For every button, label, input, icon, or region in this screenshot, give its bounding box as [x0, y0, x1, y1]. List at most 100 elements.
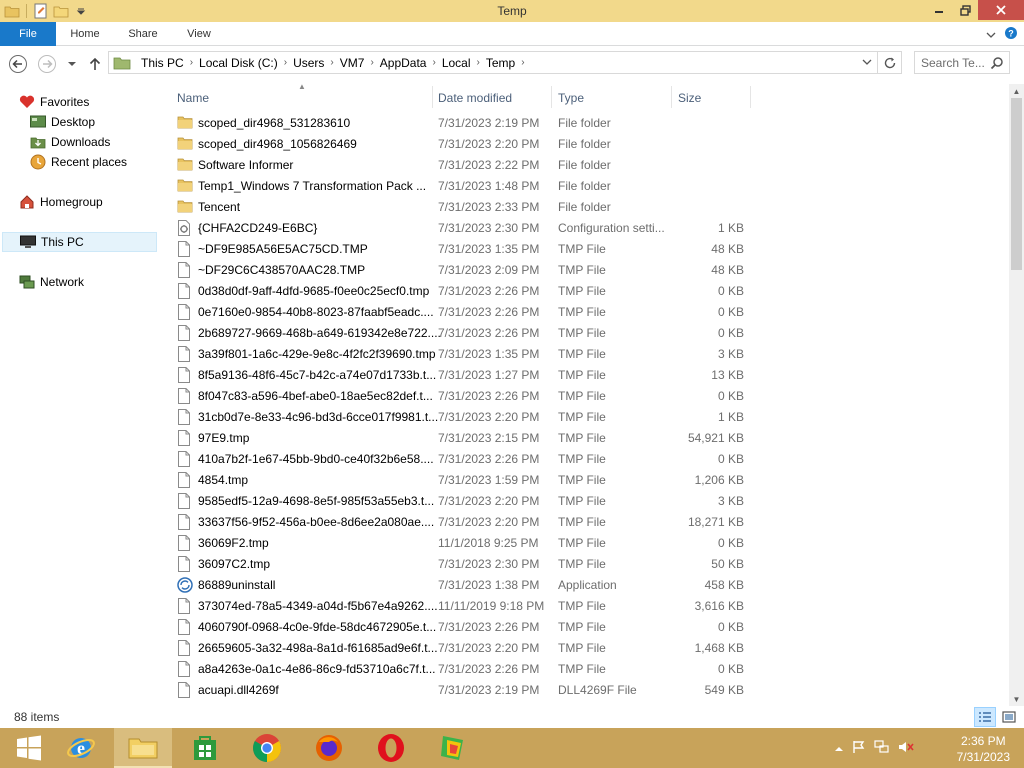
breadcrumb-temp[interactable]: Temp [482, 56, 519, 70]
column-header-size[interactable]: Size [678, 86, 744, 110]
file-row[interactable]: 4060790f-0968-4c0e-9fde-58dc4672905e.t..… [165, 617, 1010, 638]
scroll-down-icon[interactable]: ▼ [1009, 692, 1024, 706]
forward-arrow-icon [38, 55, 56, 73]
restore-button[interactable] [952, 0, 978, 20]
file-row[interactable]: acuapi.dll4269f 7/31/2023 2:19 PM DLL4269F… [165, 680, 1010, 701]
file-row[interactable]: 410a7b2f-1e67-45bb-9bd0-ce40f32b6e58....… [165, 449, 1010, 470]
breadcrumb-separator-icon[interactable]: › [188, 57, 195, 68]
network-status-icon[interactable] [874, 740, 890, 757]
store-icon [194, 736, 216, 760]
taskbar-firefox[interactable] [300, 728, 358, 768]
help-icon[interactable]: ? [1004, 26, 1018, 43]
address-bar[interactable]: This PC › Local Disk (C:) › Users › VM7 … [108, 51, 878, 74]
sidebar-item-this-pc[interactable]: This PC [2, 232, 157, 252]
refresh-button[interactable] [878, 51, 902, 74]
file-row[interactable]: 33637f56-9f52-456a-b0ee-8d6ee2a080ae....… [165, 512, 1010, 533]
scrollbar-thumb[interactable] [1011, 98, 1022, 270]
title-bar: Temp [0, 0, 1024, 22]
forward-button[interactable] [37, 54, 57, 74]
column-header-date[interactable]: Date modified [438, 86, 548, 110]
file-row[interactable]: 2b689727-9669-468b-a649-619342e8e722....… [165, 323, 1010, 344]
large-icons-view-button[interactable] [998, 707, 1020, 727]
scroll-up-icon[interactable]: ▲ [1009, 84, 1024, 98]
show-hidden-icons-chevron-icon[interactable] [834, 742, 844, 756]
address-history-chevron-icon[interactable] [862, 58, 872, 66]
taskbar-store[interactable] [176, 728, 234, 768]
file-row[interactable]: 4854.tmp 7/31/2023 1:59 PM TMP File 1,206 K… [165, 470, 1010, 491]
details-view-button[interactable] [974, 707, 996, 727]
volume-muted-icon[interactable] [898, 740, 914, 757]
file-row[interactable]: Tencent 7/31/2023 2:33 PM File folder [165, 197, 1010, 218]
search-icon[interactable] [990, 56, 1004, 73]
up-button[interactable] [85, 54, 105, 74]
tab-file[interactable]: File [0, 22, 56, 46]
breadcrumb-separator-icon[interactable]: › [430, 57, 437, 68]
taskbar-chrome[interactable] [238, 728, 296, 768]
file-row[interactable]: 8f5a9136-48f6-45c7-b42c-a74e07d1733b.t..… [165, 365, 1010, 386]
breadcrumb-separator-icon[interactable]: › [368, 57, 375, 68]
taskbar-internet-explorer[interactable]: e [52, 728, 110, 768]
sidebar-item-desktop[interactable]: Desktop [30, 112, 95, 132]
breadcrumb-separator-icon[interactable]: › [282, 57, 289, 68]
taskbar-clock[interactable]: 2:36 PM 7/31/2023 [957, 733, 1010, 765]
breadcrumb-local-disk[interactable]: Local Disk (C:) [195, 56, 282, 70]
sidebar-item-homegroup[interactable]: Homegroup [19, 192, 103, 212]
file-row[interactable]: 0e7160e0-9854-40b8-8023-87faabf5eadc....… [165, 302, 1010, 323]
action-center-flag-icon[interactable] [852, 740, 866, 757]
vertical-scrollbar[interactable]: ▲ ▼ [1009, 84, 1024, 706]
column-divider[interactable] [551, 86, 552, 108]
breadcrumb-appdata[interactable]: AppData [376, 56, 431, 70]
file-row[interactable]: 373074ed-78a5-4349-a04d-f5b67e4a9262....… [165, 596, 1010, 617]
taskbar-file-explorer[interactable] [114, 728, 172, 768]
back-button[interactable] [8, 54, 28, 74]
tab-home[interactable]: Home [60, 22, 110, 46]
tab-view[interactable]: View [174, 22, 224, 46]
sidebar-item-recent-places[interactable]: Recent places [30, 152, 127, 172]
file-row[interactable]: scoped_dir4968_1056826469 7/31/2023 2:20 … [165, 134, 1010, 155]
breadcrumb-separator-icon[interactable]: › [328, 57, 335, 68]
file-row[interactable]: {CHFA2CD249-E6BC} 7/31/2023 2:30 PM Config… [165, 218, 1010, 239]
minimize-button[interactable] [926, 0, 952, 20]
taskbar-bluestacks[interactable] [424, 728, 482, 768]
file-row[interactable]: 3a39f801-1a6c-429e-9e8c-4f2fc2f39690.tmp… [165, 344, 1010, 365]
file-row[interactable]: Temp1_Windows 7 Transformation Pack ... 7… [165, 176, 1010, 197]
breadcrumb-separator-icon[interactable]: › [475, 57, 482, 68]
recent-locations-button[interactable] [62, 54, 82, 74]
tab-share[interactable]: Share [118, 22, 168, 46]
breadcrumb-users[interactable]: Users [289, 56, 328, 70]
file-row[interactable]: 26659605-3a32-498a-8a1d-f61685ad9e6f.t..… [165, 638, 1010, 659]
breadcrumb-separator-icon[interactable]: › [519, 57, 526, 68]
file-row[interactable]: ~DF9E985A56E5AC75CD.TMP 7/31/2023 1:35 PM… [165, 239, 1010, 260]
file-row[interactable]: 36097C2.tmp 7/31/2023 2:30 PM TMP File 50 K… [165, 554, 1010, 575]
column-divider[interactable] [432, 86, 433, 108]
close-button[interactable] [978, 0, 1024, 20]
file-row[interactable]: 31cb0d7e-8e33-4c96-bd3d-6cce017f9981.t..… [165, 407, 1010, 428]
sidebar-item-network[interactable]: Network [19, 272, 84, 292]
file-row[interactable]: 86889uninstall 7/31/2023 1:38 PM Applicati… [165, 575, 1010, 596]
column-divider[interactable] [671, 86, 672, 108]
column-header-name[interactable]: Name [177, 86, 427, 110]
network-icon [19, 274, 35, 290]
sidebar-item-downloads[interactable]: Downloads [30, 132, 110, 152]
file-size: 48 KB [711, 242, 744, 256]
sidebar-item-favorites[interactable]: Favorites [19, 92, 89, 112]
file-row[interactable]: a8a4263e-0a1c-4e86-86c9-fd53710a6c7f.t..… [165, 659, 1010, 680]
column-divider[interactable] [750, 86, 751, 108]
file-row[interactable]: 0d38d0df-9aff-4dfd-9685-f0ee0c25ecf0.tmp… [165, 281, 1010, 302]
taskbar-opera[interactable] [362, 728, 420, 768]
file-row[interactable]: 8f047c83-a596-4bef-abe0-18ae5ec82def.t..… [165, 386, 1010, 407]
file-row[interactable]: scoped_dir4968_531283610 7/31/2023 2:19 P… [165, 113, 1010, 134]
column-header-type[interactable]: Type [558, 86, 668, 110]
file-row[interactable]: 9585edf5-12a9-4698-8e5f-985f53a55eb3.t..… [165, 491, 1010, 512]
file-row[interactable]: Software Informer 7/31/2023 2:22 PM File f… [165, 155, 1010, 176]
breadcrumb-vm7[interactable]: VM7 [336, 56, 369, 70]
file-row[interactable]: 97E9.tmp 7/31/2023 2:15 PM TMP File 54,921 … [165, 428, 1010, 449]
breadcrumb-this-pc[interactable]: This PC [137, 56, 188, 70]
file-name: Temp1_Windows 7 Transformation Pack ... [198, 179, 427, 193]
expand-ribbon-icon[interactable] [986, 28, 996, 42]
file-row[interactable]: ~DF29C6C438570AAC28.TMP 7/31/2023 2:09 PM… [165, 260, 1010, 281]
start-button[interactable] [0, 728, 58, 768]
breadcrumb-local[interactable]: Local [438, 56, 475, 70]
file-row[interactable]: 36069F2.tmp 11/1/2018 9:25 PM TMP File 0 KB [165, 533, 1010, 554]
search-box[interactable]: Search Te... [914, 51, 1010, 74]
